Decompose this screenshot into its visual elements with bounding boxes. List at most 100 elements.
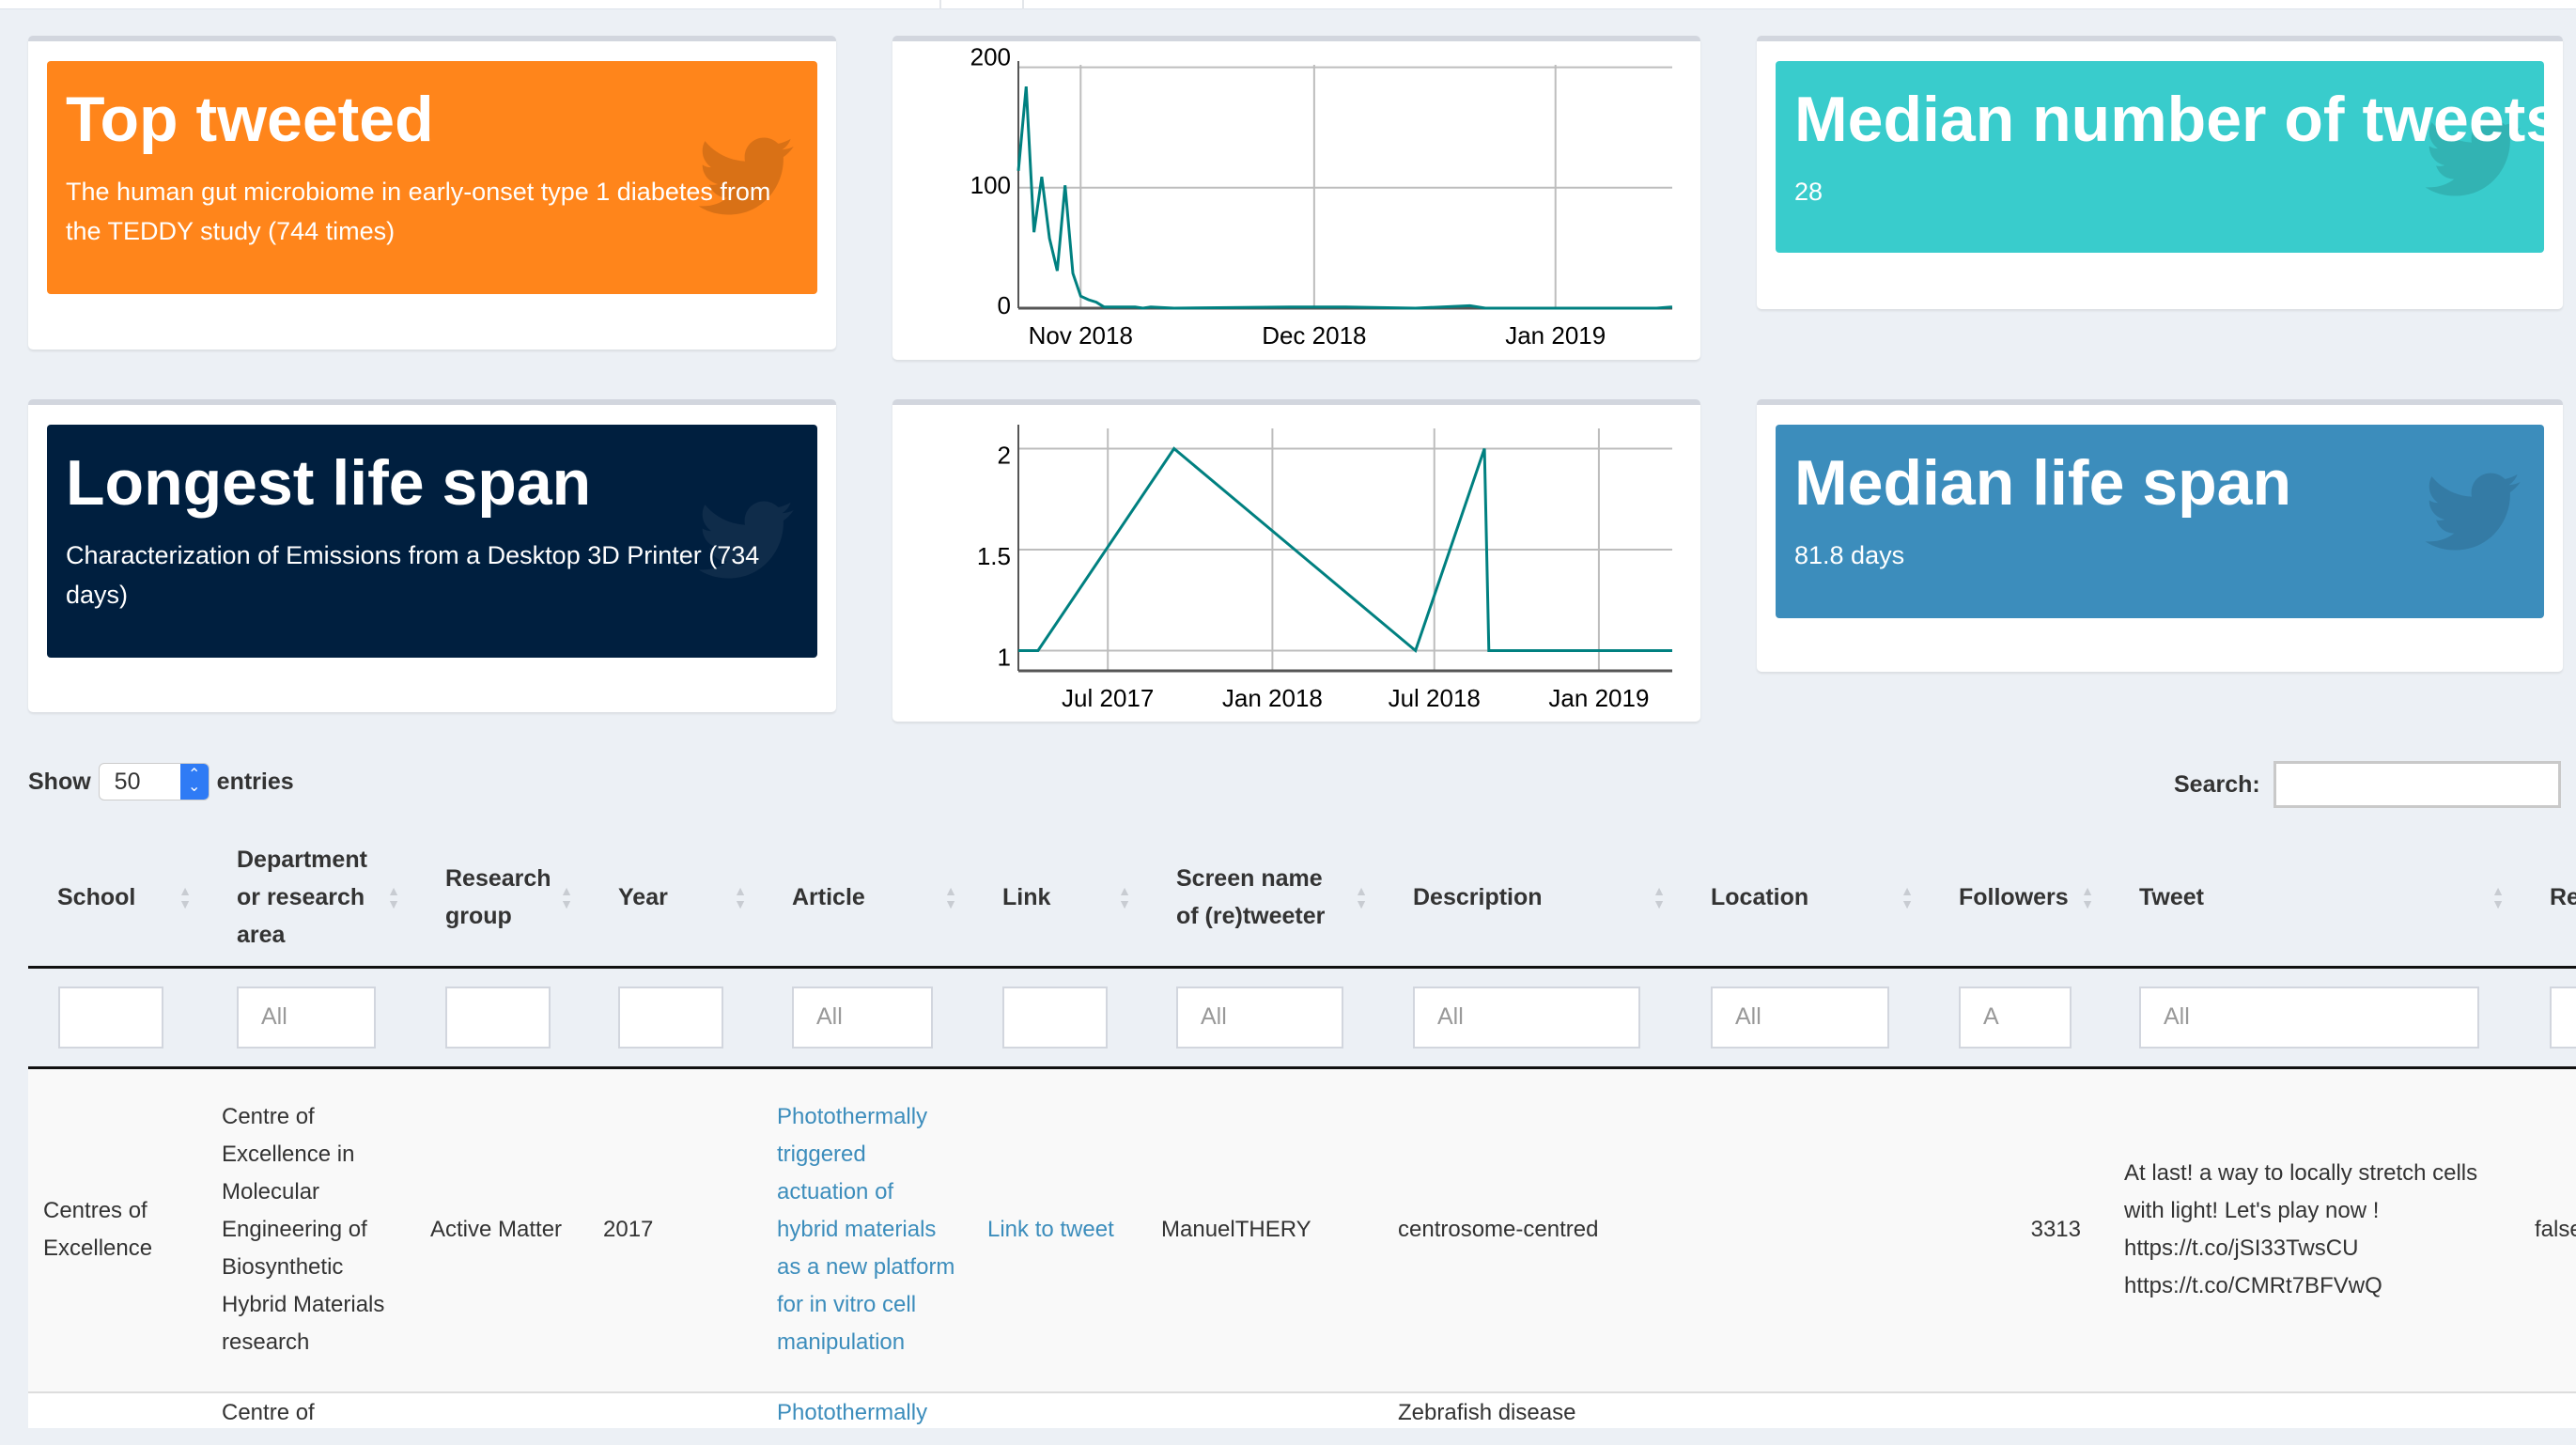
column-filter-input[interactable]: [2139, 986, 2479, 1049]
sort-icon[interactable]: ▲ ▼: [2491, 884, 2505, 910]
sort-icon[interactable]: ▲ ▼: [1355, 884, 1368, 910]
x-tick-label: Jan 2019: [1548, 684, 1649, 712]
cell-text: Zebrafish disease: [1398, 1400, 1576, 1425]
x-tick-label: Jan 2019: [1505, 321, 1606, 350]
cell-text: Active Matter: [430, 1217, 563, 1243]
sort-icon[interactable]: ▲ ▼: [1653, 884, 1666, 910]
table-cell: 2017: [588, 1066, 762, 1392]
kpi-title: Longest life span: [66, 447, 592, 519]
longest-life-span-card: Longest life span Characterization of Em…: [28, 399, 836, 712]
column-filter-input[interactable]: [1413, 986, 1640, 1049]
sort-icon[interactable]: ▲ ▼: [1901, 884, 1914, 910]
longest-life-span-box: Longest life span Characterization of Em…: [47, 425, 817, 658]
column-header-10[interactable]: Tweet ▲ ▼: [2109, 830, 2520, 969]
column-header-6[interactable]: Screen name of (re)tweeter ▲ ▼: [1146, 830, 1383, 969]
table-cell: false: [2520, 1066, 2576, 1392]
column-header-label: Location: [1711, 884, 1809, 911]
cell-text: false: [2535, 1217, 2576, 1243]
sort-icon[interactable]: ▲ ▼: [560, 884, 573, 910]
sort-icon[interactable]: ▲ ▼: [734, 884, 747, 910]
filter-cell: [415, 967, 588, 1069]
series-line: [1016, 85, 1673, 310]
column-filter-input[interactable]: [2550, 986, 2576, 1049]
column-filter-input[interactable]: [58, 986, 163, 1049]
sort-icon[interactable]: ▲ ▼: [2081, 884, 2094, 910]
sort-icon[interactable]: ▲ ▼: [1118, 884, 1131, 910]
column-filter-input[interactable]: [1002, 986, 1108, 1049]
column-header-label: Description: [1413, 884, 1543, 911]
filter-cell: [2520, 967, 2576, 1069]
cell-text: At last! a way to locally stretch cells …: [2124, 1160, 2478, 1299]
table-row: Centres of Excellence Centre of Excellenc…: [28, 1066, 2576, 1392]
median-tweets-box: Median number of tweets 28: [1776, 61, 2562, 253]
column-header-label: Re: [2550, 884, 2576, 911]
column-header-9[interactable]: Followers ▲ ▼: [1929, 830, 2109, 969]
median-life-span-card: Median life span 81.8 days: [1757, 399, 2563, 672]
sort-icon[interactable]: ▲ ▼: [944, 884, 957, 910]
column-filter-input[interactable]: [237, 986, 376, 1049]
sort-icon[interactable]: ▲ ▼: [178, 884, 192, 910]
table-cell: At last! a way to locally stretch cells …: [2109, 1066, 2520, 1392]
select-arrows-icon: ⌃ ⌄: [179, 764, 209, 800]
entries-select[interactable]: 50 ⌃ ⌄: [98, 763, 209, 800]
x-tick-label: Jul 2018: [1389, 684, 1481, 712]
table-cell: [1146, 1391, 1383, 1428]
column-header-11[interactable]: Re▲▼: [2520, 830, 2576, 969]
column-header-8[interactable]: Location ▲ ▼: [1681, 830, 1929, 969]
table-cell: Active Matter: [415, 1066, 588, 1392]
cell-text: Centre of Excellence in Molecular Engine…: [222, 1104, 385, 1356]
cell-text: centrosome-centred: [1398, 1217, 1599, 1243]
column-header-7[interactable]: Description ▲ ▼: [1383, 830, 1681, 969]
tweets-over-time-chart: 0 100 200 Nov 2018 Dec 2018 Jan 2019: [970, 43, 1673, 350]
table-cell: Link to tweet: [972, 1066, 1146, 1392]
kpi-title: Top tweeted: [66, 84, 434, 155]
tweets-over-time-chart-card: 0 100 200 Nov 2018 Dec 2018 Jan 2019: [892, 36, 1700, 360]
table-cell: [972, 1391, 1146, 1428]
median-tweets-card: Median number of tweets 28: [1757, 36, 2563, 309]
table-cell: Photothermally: [762, 1391, 972, 1428]
y-tick-label: 0: [998, 291, 1011, 319]
column-filter-input[interactable]: [1959, 986, 2072, 1049]
column-header-2[interactable]: Research group ▲ ▼: [415, 830, 588, 969]
kpi-value: Characterization of Emissions from a Des…: [66, 541, 760, 609]
column-header-label: Article: [792, 884, 865, 911]
sort-icon[interactable]: ▲ ▼: [387, 884, 400, 910]
tweet-link[interactable]: Link to tweet: [987, 1217, 1114, 1242]
table-cell: [415, 1391, 588, 1428]
table-cell: [1929, 1391, 2109, 1428]
cell-text: 3313: [2030, 1217, 2081, 1243]
table-cell: [28, 1391, 207, 1428]
table-cell: [1681, 1391, 1929, 1428]
y-tick-label: 200: [970, 43, 1011, 71]
table-cell: [1681, 1066, 1929, 1392]
y-tick-label: 100: [970, 171, 1011, 199]
column-header-1[interactable]: Department or research area ▲ ▼: [207, 830, 415, 969]
column-header-4[interactable]: Article ▲ ▼: [762, 830, 972, 969]
filter-cell: [588, 967, 762, 1069]
filter-cell: [2109, 967, 2520, 1069]
y-tick-label: 1.5: [977, 542, 1011, 570]
column-header-3[interactable]: Year ▲ ▼: [588, 830, 762, 969]
filter-cell: [28, 967, 207, 1069]
column-header-label: Screen name of (re)tweeter: [1176, 865, 1326, 930]
search-control: Search:: [2174, 761, 2561, 808]
x-tick-label: Nov 2018: [1029, 321, 1133, 350]
column-filter-input[interactable]: [445, 986, 551, 1049]
column-filter-input[interactable]: [1176, 986, 1343, 1049]
column-header-0[interactable]: School ▲ ▼: [28, 830, 207, 969]
column-header-5[interactable]: Link ▲ ▼: [972, 830, 1146, 969]
column-filter-input[interactable]: [618, 986, 723, 1049]
filter-cell: [1681, 967, 1929, 1069]
table-cell: [2109, 1391, 2520, 1428]
column-filter-input[interactable]: [792, 986, 933, 1049]
cell-text: Centres of Excellence: [43, 1198, 153, 1262]
table-cell: Centre of: [207, 1391, 415, 1428]
table-cell: [2520, 1391, 2576, 1428]
article-link[interactable]: Photothermally: [777, 1400, 927, 1425]
article-link[interactable]: Photothermally triggered actuation of hy…: [777, 1104, 954, 1355]
kpi-title: Median life span: [1794, 447, 2291, 519]
column-filter-input[interactable]: [1711, 986, 1889, 1049]
kpi-title: Median number of tweets: [1794, 84, 2562, 155]
search-label: Search:: [2174, 770, 2260, 798]
search-input[interactable]: [2273, 761, 2561, 808]
